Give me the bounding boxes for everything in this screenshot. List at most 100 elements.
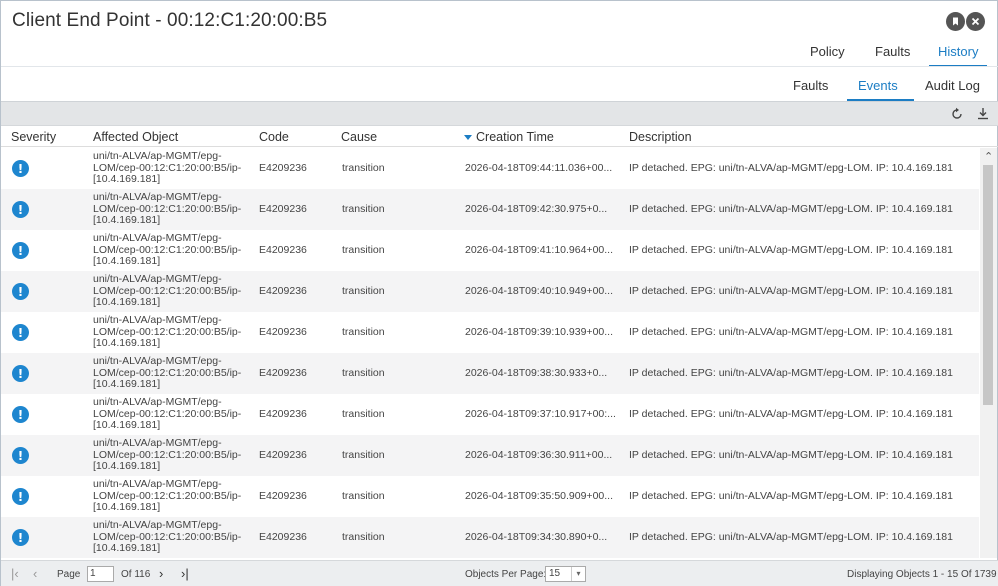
subtab-events[interactable]: Events <box>847 78 914 101</box>
creation-time: 2026-04-18T09:39:10.939+00... <box>465 326 613 338</box>
bookmark-button[interactable] <box>946 12 965 31</box>
table-row[interactable]: ! uni/tn-ALVA/ap-MGMT/epg-LOM/cep-00:12:C… <box>1 353 979 394</box>
column-description[interactable]: Description <box>629 130 692 144</box>
pagination-footer: |‹ ‹ Page 1 Of 116 › ›| Objects Per Page… <box>1 560 998 586</box>
table-row[interactable]: ! uni/tn-ALVA/ap-MGMT/epg-LOM/cep-00:12:C… <box>1 394 979 435</box>
event-code: E4209236 <box>259 203 307 215</box>
event-code: E4209236 <box>259 162 307 174</box>
event-cause: transition <box>342 449 385 461</box>
column-creation-time[interactable]: Creation Time <box>476 130 554 144</box>
table-row[interactable]: ! uni/tn-ALVA/ap-MGMT/epg-LOM/cep-00:12:C… <box>1 148 979 189</box>
affected-object[interactable]: uni/tn-ALVA/ap-MGMT/epg-LOM/cep-00:12:C1… <box>93 355 258 391</box>
creation-time: 2026-04-18T09:36:30.911+00... <box>465 449 613 461</box>
affected-object[interactable]: uni/tn-ALVA/ap-MGMT/epg-LOM/cep-00:12:C1… <box>93 314 258 350</box>
severity-info-icon: ! <box>12 283 29 300</box>
event-description: IP detached. EPG: uni/tn-ALVA/ap-MGMT/ep… <box>629 367 953 379</box>
event-cause: transition <box>342 203 385 215</box>
primary-tabs-divider <box>1 66 998 67</box>
event-cause: transition <box>342 326 385 338</box>
last-page-icon[interactable]: ›| <box>181 566 189 581</box>
event-cause: transition <box>342 244 385 256</box>
table-row[interactable]: ! uni/tn-ALVA/ap-MGMT/epg-LOM/cep-00:12:C… <box>1 312 979 353</box>
event-cause: transition <box>342 162 385 174</box>
event-code: E4209236 <box>259 367 307 379</box>
events-table-body: ! uni/tn-ALVA/ap-MGMT/epg-LOM/cep-00:12:C… <box>1 148 979 558</box>
tab-history[interactable]: History <box>929 44 988 67</box>
table-row[interactable]: ! uni/tn-ALVA/ap-MGMT/epg-LOM/cep-00:12:C… <box>1 189 979 230</box>
event-description: IP detached. EPG: uni/tn-ALVA/ap-MGMT/ep… <box>629 490 953 502</box>
affected-object[interactable]: uni/tn-ALVA/ap-MGMT/epg-LOM/cep-00:12:C1… <box>93 191 258 227</box>
table-header: Severity Affected Object Code Cause Crea… <box>1 127 998 147</box>
table-row[interactable]: ! uni/tn-ALVA/ap-MGMT/epg-LOM/cep-00:12:C… <box>1 271 979 312</box>
subtab-audit-log[interactable]: Audit Log <box>925 78 980 99</box>
affected-object[interactable]: uni/tn-ALVA/ap-MGMT/epg-LOM/cep-00:12:C1… <box>93 478 258 514</box>
event-code: E4209236 <box>259 449 307 461</box>
refresh-icon[interactable] <box>949 106 965 122</box>
affected-object[interactable]: uni/tn-ALVA/ap-MGMT/epg-LOM/cep-00:12:C1… <box>93 437 258 473</box>
download-icon[interactable] <box>975 106 991 122</box>
event-code: E4209236 <box>259 244 307 256</box>
page-label: Page <box>57 569 81 580</box>
affected-object[interactable]: uni/tn-ALVA/ap-MGMT/epg-LOM/cep-00:12:C1… <box>93 519 258 555</box>
creation-time: 2026-04-18T09:44:11.036+00... <box>465 162 613 174</box>
column-severity[interactable]: Severity <box>11 130 56 144</box>
column-code[interactable]: Code <box>259 130 289 144</box>
page-number-input[interactable]: 1 <box>87 566 114 582</box>
column-cause[interactable]: Cause <box>341 130 377 144</box>
close-icon <box>971 17 980 26</box>
event-description: IP detached. EPG: uni/tn-ALVA/ap-MGMT/ep… <box>629 449 953 461</box>
event-cause: transition <box>342 531 385 543</box>
severity-info-icon: ! <box>12 242 29 259</box>
event-cause: transition <box>342 408 385 420</box>
event-cause: transition <box>342 490 385 502</box>
severity-info-icon: ! <box>12 529 29 546</box>
event-cause: transition <box>342 367 385 379</box>
event-code: E4209236 <box>259 408 307 420</box>
creation-time: 2026-04-18T09:38:30.933+0... <box>465 367 608 379</box>
table-row[interactable]: ! uni/tn-ALVA/ap-MGMT/epg-LOM/cep-00:12:C… <box>1 517 979 558</box>
objects-per-page-label: Objects Per Page: <box>465 569 547 580</box>
event-code: E4209236 <box>259 326 307 338</box>
close-button[interactable] <box>966 12 985 31</box>
event-code: E4209236 <box>259 285 307 297</box>
severity-info-icon: ! <box>12 365 29 382</box>
scroll-thumb[interactable] <box>983 165 993 405</box>
event-description: IP detached. EPG: uni/tn-ALVA/ap-MGMT/ep… <box>629 162 953 174</box>
event-description: IP detached. EPG: uni/tn-ALVA/ap-MGMT/ep… <box>629 531 953 543</box>
event-cause: transition <box>342 285 385 297</box>
scroll-up-icon[interactable]: ⌃ <box>984 150 993 163</box>
column-affected-object[interactable]: Affected Object <box>93 130 178 144</box>
tab-faults[interactable]: Faults <box>875 44 910 65</box>
sort-descending-icon <box>464 135 472 140</box>
displaying-objects: Displaying Objects 1 - 15 Of 1739 <box>847 569 997 580</box>
event-code: E4209236 <box>259 531 307 543</box>
severity-info-icon: ! <box>12 160 29 177</box>
affected-object[interactable]: uni/tn-ALVA/ap-MGMT/epg-LOM/cep-00:12:C1… <box>93 396 258 432</box>
affected-object[interactable]: uni/tn-ALVA/ap-MGMT/epg-LOM/cep-00:12:C1… <box>93 150 258 186</box>
table-row[interactable]: ! uni/tn-ALVA/ap-MGMT/epg-LOM/cep-00:12:C… <box>1 476 979 517</box>
event-description: IP detached. EPG: uni/tn-ALVA/ap-MGMT/ep… <box>629 326 953 338</box>
subtab-faults[interactable]: Faults <box>793 78 828 99</box>
creation-time: 2026-04-18T09:35:50.909+00... <box>465 490 613 502</box>
event-description: IP detached. EPG: uni/tn-ALVA/ap-MGMT/ep… <box>629 408 953 420</box>
event-code: E4209236 <box>259 490 307 502</box>
event-description: IP detached. EPG: uni/tn-ALVA/ap-MGMT/ep… <box>629 203 953 215</box>
severity-info-icon: ! <box>12 406 29 423</box>
table-scrollbar[interactable]: ⌃ <box>980 148 997 558</box>
severity-info-icon: ! <box>12 324 29 341</box>
first-page-icon[interactable]: |‹ <box>11 566 19 581</box>
objects-per-page-select[interactable]: 15 ▾ <box>545 566 586 582</box>
affected-object[interactable]: uni/tn-ALVA/ap-MGMT/epg-LOM/cep-00:12:C1… <box>93 232 258 268</box>
tab-policy[interactable]: Policy <box>810 44 845 65</box>
bookmark-icon <box>953 17 958 26</box>
prev-page-icon[interactable]: ‹ <box>33 566 37 581</box>
table-row[interactable]: ! uni/tn-ALVA/ap-MGMT/epg-LOM/cep-00:12:C… <box>1 230 979 271</box>
creation-time: 2026-04-18T09:37:10.917+00:... <box>465 408 616 420</box>
next-page-icon[interactable]: › <box>159 566 163 581</box>
chevron-down-icon: ▾ <box>571 567 585 581</box>
affected-object[interactable]: uni/tn-ALVA/ap-MGMT/epg-LOM/cep-00:12:C1… <box>93 273 258 309</box>
event-description: IP detached. EPG: uni/tn-ALVA/ap-MGMT/ep… <box>629 285 953 297</box>
table-row[interactable]: ! uni/tn-ALVA/ap-MGMT/epg-LOM/cep-00:12:C… <box>1 435 979 476</box>
severity-info-icon: ! <box>12 447 29 464</box>
window-title: Client End Point - 00:12:C1:20:00:B5 <box>12 10 328 31</box>
